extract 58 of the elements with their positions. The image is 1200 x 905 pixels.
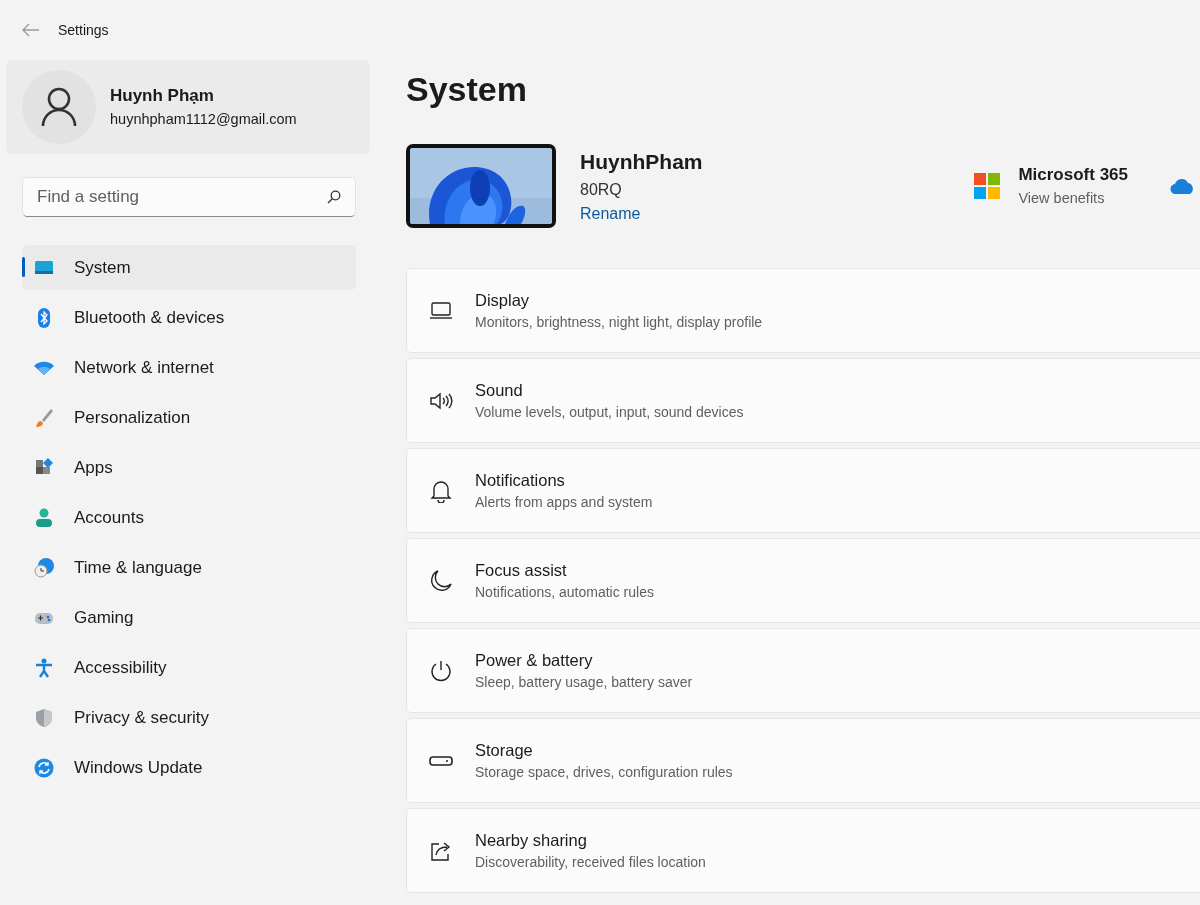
- setting-description: Monitors, brightness, night light, display profile: [475, 313, 763, 333]
- setting-card[interactable]: Sound Volume levels, output, input, sound devices: [406, 358, 1200, 443]
- sidebar-item[interactable]: System: [22, 245, 356, 290]
- sync-icon: [34, 757, 54, 778]
- sidebar-item[interactable]: Apps: [22, 445, 356, 490]
- setting-description: Discoverability, received files location: [475, 853, 706, 873]
- back-arrow-icon[interactable]: [22, 23, 40, 37]
- device-name: HuynhPham: [580, 149, 703, 176]
- account-name: Huynh Phạm: [110, 85, 215, 108]
- sidebar-item[interactable]: Network & internet: [22, 345, 356, 390]
- sidebar-item[interactable]: Accounts: [22, 495, 356, 540]
- setting-card[interactable]: Nearby sharing Discoverability, received files location: [406, 808, 1200, 893]
- sidebar-item[interactable]: Privacy & security: [22, 695, 356, 740]
- sidebar-item[interactable]: Accessibility: [22, 645, 356, 690]
- setting-title: Display: [475, 289, 531, 311]
- selection-indicator: [22, 257, 25, 277]
- shield-icon: [34, 707, 54, 728]
- setting-card[interactable]: Focus assist Notifications, automatic rules: [406, 538, 1200, 623]
- account-card[interactable]: Huynh Phạm huynhpham1112@gmail.com: [6, 60, 370, 154]
- promo-title[interactable]: Microsoft 365: [1018, 162, 1128, 188]
- sidebar-item[interactable]: Windows Update: [22, 745, 356, 790]
- page-title: System: [406, 72, 528, 106]
- sidebar-item[interactable]: Time & language: [22, 545, 356, 590]
- setting-title: Notifications: [475, 469, 566, 491]
- setting-card[interactable]: Power & battery Sleep, battery usage, battery saver: [406, 628, 1200, 713]
- clock-globe-icon: [34, 557, 54, 578]
- promo-subtitle: View benefits: [1018, 188, 1106, 208]
- setting-title: Sound: [475, 379, 524, 401]
- setting-title: Storage: [475, 739, 534, 761]
- window-title: Settings: [58, 20, 109, 40]
- moon-icon: [429, 568, 453, 593]
- setting-card[interactable]: Notifications Alerts from apps and system: [406, 448, 1200, 533]
- setting-card[interactable]: Storage Storage space, drives, configuration rules: [406, 718, 1200, 803]
- accessibility-icon: [34, 657, 54, 678]
- person-icon: [41, 87, 77, 127]
- sidebar-item[interactable]: Bluetooth & devices: [22, 295, 356, 340]
- paintbrush-icon: [34, 407, 54, 428]
- setting-description: Volume levels, output, input, sound devices: [475, 403, 744, 423]
- setting-title: Focus assist: [475, 559, 568, 581]
- sidebar-item[interactable]: Gaming: [22, 595, 356, 640]
- account-email: huynhpham1112@gmail.com: [110, 109, 297, 129]
- setting-card[interactable]: Display Monitors, brightness, night light, display profile: [406, 268, 1200, 353]
- setting-description: Sleep, battery usage, battery saver: [475, 673, 693, 693]
- setting-title: Nearby sharing: [475, 829, 588, 851]
- setting-description: Notifications, automatic rules: [475, 583, 654, 603]
- bell-icon: [429, 478, 453, 503]
- search-field[interactable]: Find a setting: [22, 177, 356, 217]
- setting-description: Alerts from apps and system: [475, 493, 653, 513]
- power-icon: [429, 658, 453, 683]
- cloud-icon[interactable]: [1170, 178, 1196, 194]
- sidebar-item[interactable]: Personalization: [22, 395, 356, 440]
- windows-logo-icon: [974, 173, 1001, 199]
- person-icon: [34, 507, 54, 528]
- setting-description: Storage space, drives, configuration rules: [475, 763, 733, 783]
- setting-title: Power & battery: [475, 649, 594, 671]
- search-icon: [327, 190, 341, 204]
- rename-link[interactable]: Rename: [580, 201, 703, 226]
- device-model: 80RQ: [580, 179, 623, 200]
